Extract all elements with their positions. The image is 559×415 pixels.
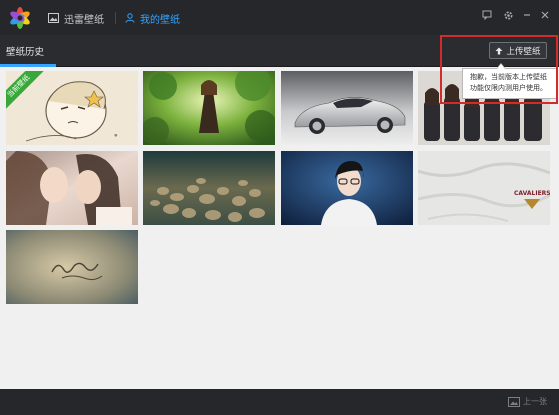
minimize-icon[interactable] (520, 8, 534, 22)
close-icon[interactable] (538, 8, 552, 22)
message-icon[interactable] (480, 8, 494, 22)
tab-xunlei-wallpaper[interactable]: 迅雷壁纸 (48, 10, 104, 26)
wallpaper-switch-icon (508, 396, 520, 407)
tooltip-line: 功能仅限内测用户使用。 (470, 84, 547, 92)
wallpaper-thumb[interactable] (281, 151, 413, 225)
wallpaper-thumb[interactable]: ♥ 当前壁纸 (6, 71, 138, 145)
upload-wallpaper-button[interactable]: 上传壁纸 (489, 42, 547, 59)
user-icon (125, 13, 135, 23)
wallpaper-thumb[interactable] (143, 71, 275, 145)
previous-wallpaper-button[interactable]: 上一张 (508, 396, 547, 407)
tab-my-wallpaper[interactable]: 我的壁纸 (125, 10, 180, 26)
wallpaper-thumb[interactable]: CAVALIERS (418, 151, 550, 225)
tab-label: 我的壁纸 (140, 14, 180, 26)
app-window: 迅雷壁纸 我的壁纸 壁纸历史 上传壁纸 ♥ 当前壁纸 CAVALIERS 抱歉，… (0, 0, 559, 415)
upload-label: 上传壁纸 (506, 46, 541, 57)
tab-divider (115, 12, 116, 24)
tab-wallpaper-history[interactable]: 壁纸历史 (6, 44, 44, 58)
tab-label: 迅雷壁纸 (64, 14, 104, 26)
upload-tooltip: 抱歉，当前版本上传壁纸 功能仅限内测用户使用。 (462, 68, 558, 99)
title-bar: 迅雷壁纸 我的壁纸 (0, 0, 559, 35)
prev-label: 上一张 (523, 397, 547, 406)
svg-text:♥: ♥ (114, 133, 118, 138)
upload-arrow-icon (495, 47, 503, 54)
wallpaper-thumb[interactable] (281, 71, 413, 145)
wallpaper-thumb[interactable] (6, 151, 138, 225)
sub-header: 壁纸历史 (0, 35, 559, 67)
wallpaper-thumb[interactable] (6, 230, 138, 304)
footer-bar: 上一张 (0, 389, 559, 415)
wallpaper-thumb[interactable] (143, 151, 275, 225)
svg-text:CAVALIERS: CAVALIERS (514, 190, 550, 197)
app-logo-icon (10, 7, 30, 29)
tooltip-arrow-fill (497, 64, 505, 69)
gear-icon[interactable] (501, 8, 515, 22)
tooltip-line: 抱歉，当前版本上传壁纸 (470, 73, 547, 81)
wallpaper-grid: ♥ 当前壁纸 CAVALIERS (0, 67, 559, 389)
image-icon (48, 13, 59, 23)
